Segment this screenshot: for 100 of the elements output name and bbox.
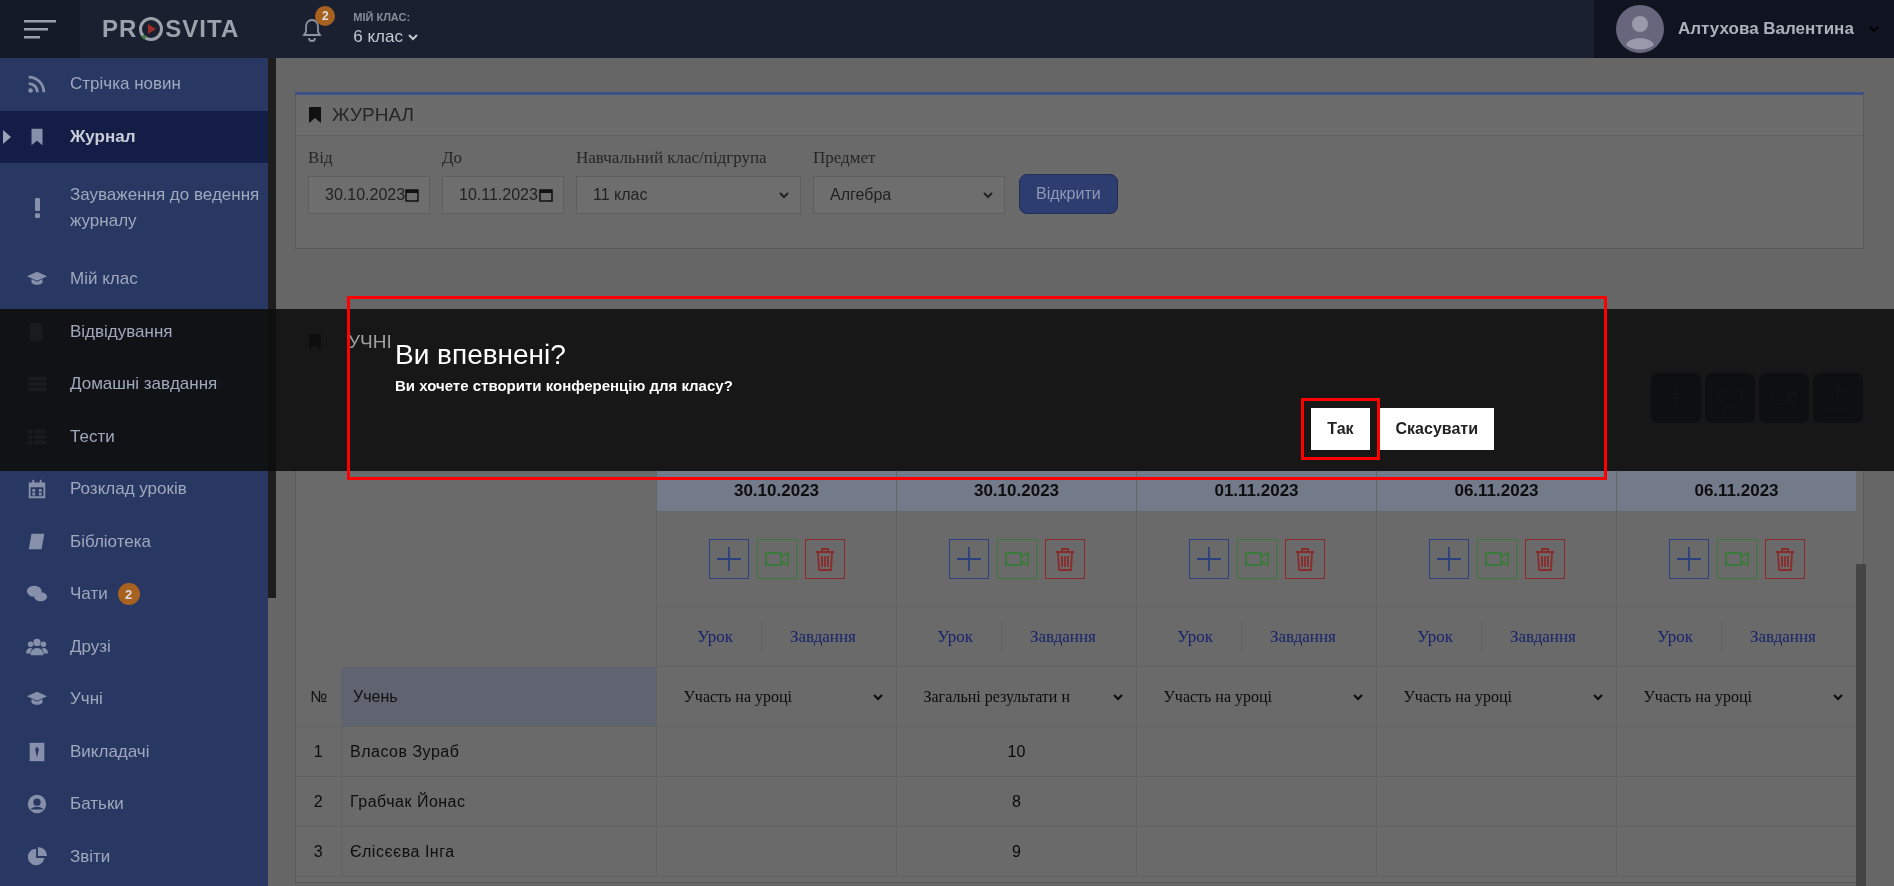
class-label: МІЙ КЛАС: [353, 11, 412, 23]
delete-button[interactable] [1524, 538, 1565, 579]
task-tab[interactable]: Завдання [1489, 622, 1596, 651]
logo-text: PR [102, 15, 138, 43]
pie-chart-icon [26, 845, 48, 868]
lesson-tab[interactable]: Урок [677, 622, 753, 651]
delete-button[interactable] [1044, 538, 1085, 579]
calendar-icon [539, 188, 553, 202]
chevron-icon [778, 189, 790, 201]
sidebar-item[interactable]: Учні [0, 673, 268, 726]
cancel-button[interactable]: Скасувати [1379, 408, 1494, 450]
select-field[interactable]: 11 клас [576, 176, 801, 214]
video-button[interactable] [1476, 538, 1517, 579]
panel-title: ЖУРНАЛ [332, 104, 414, 126]
menu-icon [24, 19, 56, 39]
sidebar-item[interactable]: Бібліотека [0, 515, 268, 568]
add-button[interactable] [708, 538, 749, 579]
panel-title: УЧНІ [348, 331, 392, 353]
sidebar-item[interactable]: Батьки [0, 778, 268, 831]
field-label: Від [308, 148, 334, 168]
student-name: Єлісєєва Інга [341, 827, 656, 877]
sidebar-item[interactable]: Чати 2 [0, 568, 268, 621]
mode-select[interactable]: Участь на уроці [1623, 687, 1850, 706]
add-button[interactable] [948, 538, 989, 579]
mode-select[interactable]: Участь на уроці [1383, 687, 1610, 706]
video-button[interactable] [1236, 538, 1277, 579]
rss-icon [26, 73, 48, 96]
field-label: До [442, 148, 464, 168]
plus-icon [955, 545, 982, 572]
date-header: 30.10.2023 [896, 471, 1136, 511]
calendar-icon [26, 478, 48, 501]
add-button[interactable] [1188, 538, 1229, 579]
plus-icon [1675, 545, 1702, 572]
video-button[interactable] [996, 538, 1037, 579]
bell-icon[interactable] [301, 18, 324, 42]
date-field[interactable]: 30.10.2023 [308, 176, 430, 214]
date-header: 30.10.2023 [656, 471, 896, 511]
chevron-icon [1867, 23, 1880, 35]
play-circle-icon [138, 16, 165, 42]
plus-icon [715, 545, 742, 572]
lesson-tab[interactable]: Урок [917, 622, 993, 651]
calendar-icon [405, 188, 419, 202]
task-tab[interactable]: Завдання [1249, 622, 1356, 651]
sidebar-item[interactable]: Друзі [0, 620, 268, 673]
dialog-message: Ви хочете створити конференцію для класу? [395, 377, 733, 394]
sidebar-item[interactable]: Звіти [0, 830, 268, 883]
user-menu[interactable]: Алтухова Валентина [1594, 0, 1894, 58]
sidebar-item[interactable]: Розклад уроків [0, 463, 268, 516]
sidebar-item[interactable]: Мій клас [0, 253, 268, 306]
avatar-icon [1616, 5, 1664, 53]
column-header: Учень [341, 667, 656, 727]
sidebar-item[interactable]: Зауваження до ведення журналу [0, 163, 268, 253]
mode-select[interactable]: Участь на уроці [663, 687, 890, 706]
sidebar-item[interactable]: Журнал [0, 110, 268, 163]
menu-button[interactable] [0, 0, 80, 58]
open-button[interactable]: Відкрити [1019, 174, 1118, 214]
sidebar-item[interactable]: Стрічка новин [0, 58, 268, 111]
task-tab[interactable]: Завдання [1729, 622, 1836, 651]
chevron-icon [982, 189, 994, 201]
count-badge: 2 [117, 583, 140, 606]
date-header: 06.11.2023 [1616, 471, 1856, 511]
lesson-tab[interactable]: Урок [1157, 622, 1233, 651]
student-name: Грабчак Йонас [341, 777, 656, 827]
field-label: Предмет [813, 148, 877, 168]
video-button[interactable] [1716, 538, 1757, 579]
date-header: 01.11.2023 [1136, 471, 1376, 511]
grade-cell[interactable]: 8 [1012, 792, 1021, 811]
grade-cell[interactable]: 9 [1012, 842, 1021, 861]
chevron-icon [406, 31, 419, 43]
exclamation-icon [34, 198, 40, 218]
bookmark-icon [308, 107, 322, 123]
delete-button[interactable] [804, 538, 845, 579]
delete-button[interactable] [1284, 538, 1325, 579]
date-field[interactable]: 10.11.2023 [442, 176, 564, 214]
confirm-button[interactable]: Так [1311, 408, 1370, 450]
class-selector[interactable]: 6 клас [353, 27, 419, 47]
scrollbar[interactable] [1856, 564, 1866, 886]
field-label: Навчальний клас/підгрупа [576, 148, 768, 168]
delete-button[interactable] [1764, 538, 1805, 579]
plus-icon [1435, 545, 1462, 572]
user-circle-icon [26, 793, 48, 816]
dialog-title: Ви впевнені? [395, 339, 567, 371]
grade-cell[interactable]: 10 [1007, 742, 1026, 761]
row-number: 2 [296, 777, 341, 827]
select-field[interactable]: Алгебра [813, 176, 1005, 214]
task-tab[interactable]: Завдання [769, 622, 876, 651]
mode-select[interactable]: Загальні результати н [903, 687, 1130, 706]
student-name: Власов Зураб [341, 727, 656, 777]
video-button[interactable] [756, 538, 797, 579]
row-number: 3 [296, 827, 341, 877]
add-button[interactable] [1668, 538, 1709, 579]
lesson-tab[interactable]: Урок [1397, 622, 1473, 651]
add-button[interactable] [1428, 538, 1469, 579]
sidebar-item[interactable]: Викладачі [0, 725, 268, 778]
mode-select[interactable]: Участь на уроці [1143, 687, 1370, 706]
date-header: 06.11.2023 [1376, 471, 1616, 511]
logo-text: SVITA [165, 15, 240, 43]
task-tab[interactable]: Завдання [1009, 622, 1116, 651]
lesson-tab[interactable]: Урок [1637, 622, 1713, 651]
row-number: 1 [296, 727, 341, 777]
